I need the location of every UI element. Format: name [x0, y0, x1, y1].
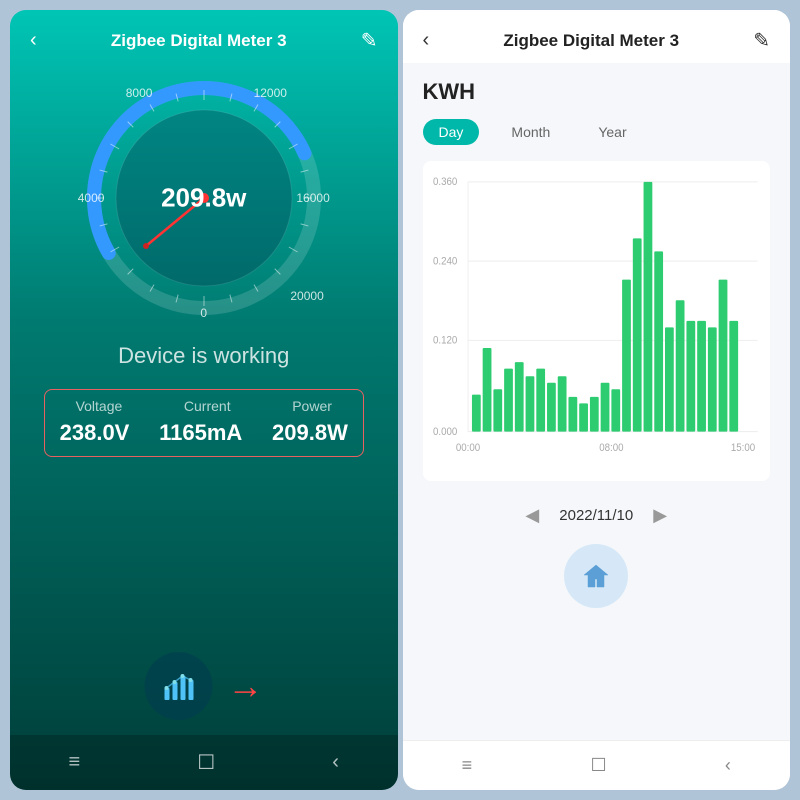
- voltage-value: 238.0V: [60, 420, 130, 446]
- current-value: 1165mA: [159, 420, 242, 446]
- device-status: Device is working: [118, 343, 289, 369]
- arrow-right-icon: →: [227, 665, 263, 707]
- right-header: ‹ Zigbee Digital Meter 3 ✎: [403, 10, 791, 63]
- chart-area: 0.360 0.240 0.120 0.000: [423, 161, 771, 481]
- right-title: Zigbee Digital Meter 3: [503, 31, 679, 51]
- left-edit-icon[interactable]: ✎: [361, 28, 378, 53]
- svg-text:08:00: 08:00: [599, 443, 624, 455]
- right-panel: ‹ Zigbee Digital Meter 3 ✎ KWH Day Month…: [403, 10, 791, 790]
- svg-text:0.360: 0.360: [432, 177, 457, 189]
- right-nav-home[interactable]: ☐: [590, 755, 606, 776]
- voltage-header: Voltage: [76, 398, 123, 414]
- left-nav-home[interactable]: ☐: [197, 750, 215, 775]
- right-back-icon[interactable]: ‹: [423, 29, 430, 52]
- right-bottom-nav: ≡ ☐ ‹: [403, 740, 791, 790]
- home-icon: [580, 560, 612, 592]
- metrics-box: Voltage Current Power 238.0V 1165mA 209.…: [44, 389, 364, 457]
- date-prev-button[interactable]: ◀: [525, 505, 539, 526]
- tab-day[interactable]: Day: [423, 119, 480, 145]
- left-back-icon[interactable]: ‹: [30, 29, 37, 52]
- left-nav-menu[interactable]: ≡: [69, 751, 81, 774]
- gauge-value: 209.8w: [161, 183, 246, 214]
- home-btn-container: [423, 544, 771, 608]
- left-header: ‹ Zigbee Digital Meter 3 ✎: [10, 10, 398, 63]
- power-header: Power: [292, 398, 332, 414]
- scale-20000: 20000: [290, 289, 323, 303]
- date-next-button[interactable]: ▶: [653, 505, 667, 526]
- right-edit-icon[interactable]: ✎: [753, 28, 770, 53]
- tab-year[interactable]: Year: [582, 119, 642, 145]
- tab-month[interactable]: Month: [495, 119, 566, 145]
- right-content: KWH Day Month Year 0.360 0.240 0.120 0.0…: [403, 63, 791, 740]
- right-nav-menu[interactable]: ≡: [462, 755, 473, 776]
- bar-chart: 0.360 0.240 0.120 0.000: [431, 171, 763, 475]
- svg-text:0.000: 0.000: [432, 426, 457, 438]
- svg-text:0.240: 0.240: [432, 256, 457, 268]
- chart-icon-container: →: [144, 652, 263, 720]
- scale-12000: 12000: [254, 86, 287, 100]
- gauge-container: 4000 8000 12000 16000 0 20000 209.8w: [74, 68, 334, 328]
- right-nav-back[interactable]: ‹: [725, 755, 731, 776]
- left-panel: ‹ Zigbee Digital Meter 3 ✎: [10, 10, 398, 790]
- power-value: 209.8W: [272, 420, 348, 446]
- scale-0: 0: [200, 306, 207, 320]
- left-title: Zigbee Digital Meter 3: [111, 31, 287, 51]
- scale-4000: 4000: [78, 191, 105, 205]
- tabs-row: Day Month Year: [423, 119, 771, 145]
- date-label: 2022/11/10: [559, 507, 633, 524]
- scale-8000: 8000: [126, 86, 153, 100]
- home-button[interactable]: [564, 544, 628, 608]
- metrics-headers: Voltage Current Power: [45, 398, 363, 420]
- date-nav: ◀ 2022/11/10 ▶: [423, 497, 771, 534]
- kwh-title: KWH: [423, 79, 771, 105]
- metrics-values: 238.0V 1165mA 209.8W: [45, 420, 363, 446]
- svg-text:0.120: 0.120: [432, 335, 457, 347]
- svg-text:15:00: 15:00: [730, 443, 755, 455]
- chart-bars-icon: [160, 668, 196, 704]
- left-bottom-nav: ≡ ☐ ‹: [10, 735, 398, 790]
- chart-icon-button[interactable]: [144, 652, 212, 720]
- current-header: Current: [184, 398, 231, 414]
- left-nav-back[interactable]: ‹: [332, 751, 339, 774]
- svg-text:00:00: 00:00: [455, 443, 480, 455]
- scale-16000: 16000: [296, 191, 329, 205]
